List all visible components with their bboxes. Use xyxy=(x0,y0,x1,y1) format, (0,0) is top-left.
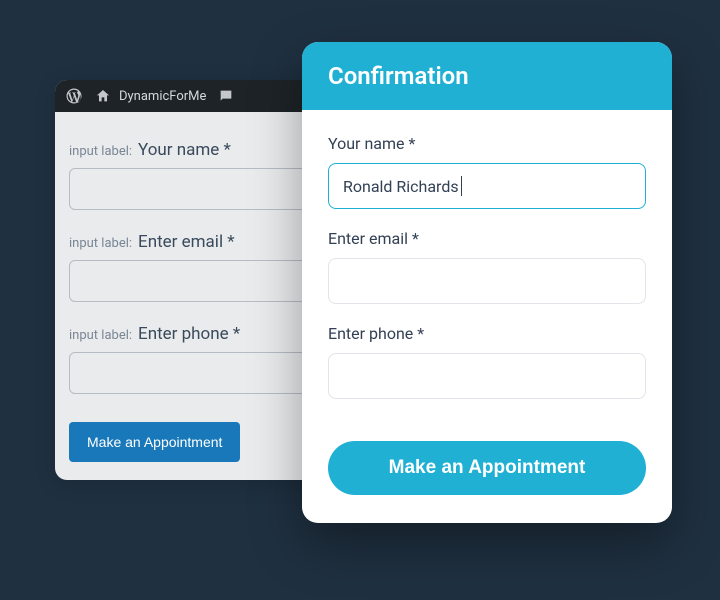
modal-title: Confirmation xyxy=(328,62,646,90)
modal-field-name: Your name * Ronald Richards xyxy=(328,134,646,209)
modal-submit-button[interactable]: Make an Appointment xyxy=(328,441,646,495)
modal-name-input[interactable]: Ronald Richards xyxy=(328,163,646,209)
admin-site-name[interactable]: DynamicForMe xyxy=(119,89,206,104)
modal-name-value: Ronald Richards xyxy=(343,177,459,196)
editor-phone-label: Enter phone * xyxy=(138,324,240,344)
modal-body: Your name * Ronald Richards Enter email … xyxy=(302,110,672,523)
modal-header: Confirmation xyxy=(302,42,672,110)
text-cursor-icon xyxy=(461,176,462,196)
modal-email-input[interactable] xyxy=(328,258,646,304)
wordpress-icon[interactable] xyxy=(65,87,83,105)
modal-email-label: Enter email * xyxy=(328,229,646,248)
modal-phone-input[interactable] xyxy=(328,353,646,399)
modal-name-label: Your name * xyxy=(328,134,646,153)
editor-name-label: Your name * xyxy=(138,140,231,160)
editor-meta-label: input label: xyxy=(69,236,132,251)
modal-phone-label: Enter phone * xyxy=(328,324,646,343)
editor-email-label: Enter email * xyxy=(138,232,235,252)
modal-field-email: Enter email * xyxy=(328,229,646,304)
editor-meta-label: input label: xyxy=(69,328,132,343)
editor-meta-label: input label: xyxy=(69,144,132,159)
home-icon[interactable] xyxy=(95,88,111,104)
editor-submit-button[interactable]: Make an Appointment xyxy=(69,422,240,462)
modal-field-phone: Enter phone * xyxy=(328,324,646,399)
confirmation-modal: Confirmation Your name * Ronald Richards… xyxy=(302,42,672,523)
comment-icon[interactable] xyxy=(218,88,234,104)
